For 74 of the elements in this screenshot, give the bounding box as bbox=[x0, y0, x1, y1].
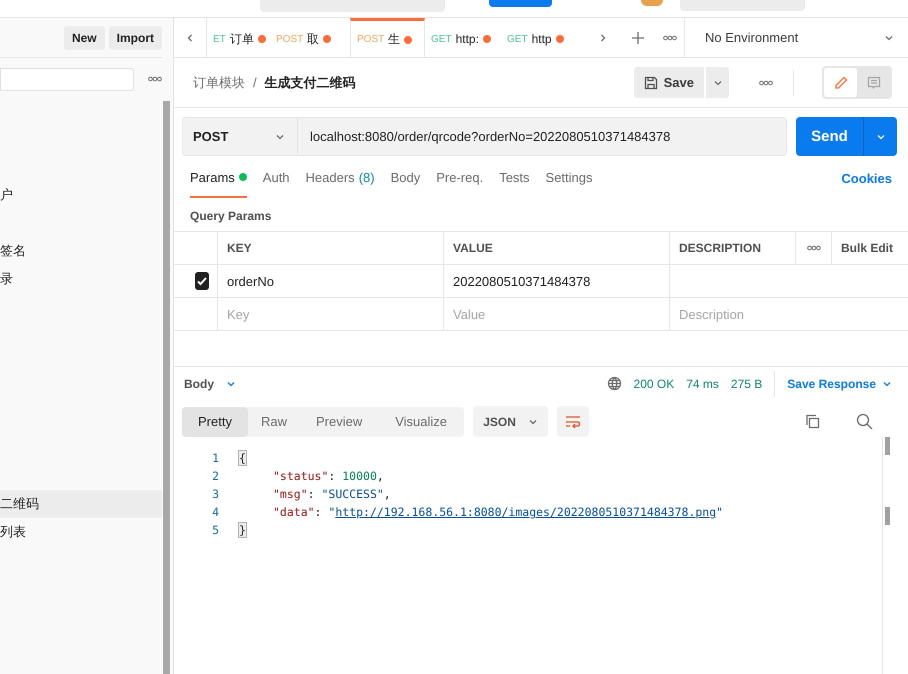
bulk-edit-link[interactable]: Bulk Edit bbox=[832, 232, 908, 265]
checkbox[interactable] bbox=[195, 272, 209, 290]
sidebar-item[interactable]: 签名 bbox=[0, 237, 162, 265]
section-title: Query Params bbox=[189, 208, 272, 225]
more-icon[interactable] bbox=[663, 34, 677, 40]
sidebar-item[interactable]: 列表 bbox=[0, 518, 162, 546]
column-header: KEY bbox=[218, 232, 444, 265]
wrap-button[interactable] bbox=[557, 406, 590, 437]
line-number: 4 bbox=[211, 505, 219, 519]
sidebar-item[interactable]: 二维码 bbox=[0, 490, 162, 518]
column-header: VALUE bbox=[444, 232, 670, 265]
view-tab[interactable]: Pretty bbox=[182, 406, 248, 436]
request-section-tab[interactable]: Headers (8) bbox=[306, 158, 375, 198]
request-section-tab[interactable]: Tests bbox=[499, 158, 530, 198]
search-icon[interactable] bbox=[856, 413, 873, 430]
sidebar-button[interactable]: New bbox=[64, 26, 105, 50]
sidebar-item[interactable]: 录 bbox=[0, 265, 162, 293]
request-tab[interactable]: POST 生 bbox=[350, 18, 425, 57]
unsaved-dot bbox=[258, 35, 266, 43]
code-scrollbar[interactable] bbox=[882, 437, 891, 674]
status-text: 200 OK bbox=[634, 376, 674, 390]
url-input[interactable]: localhost:8080/order/qrcode?orderNo=2022080510371484378 bbox=[298, 129, 670, 144]
more-icon[interactable] bbox=[806, 245, 820, 251]
breadcrumb-link[interactable]: 订单模块 bbox=[193, 74, 245, 92]
view-tab[interactable]: Preview bbox=[300, 406, 378, 436]
request-section-tab[interactable]: Params bbox=[190, 158, 247, 198]
unsaved-dot bbox=[323, 35, 332, 43]
sidebar-button[interactable]: Import bbox=[108, 26, 162, 50]
wrap-lines-icon bbox=[565, 414, 582, 428]
column-header: DESCRIPTION bbox=[670, 232, 796, 265]
plus-icon[interactable] bbox=[631, 30, 645, 44]
size-text: 275 B bbox=[730, 376, 762, 390]
response-section-select[interactable]: Body bbox=[184, 376, 214, 390]
code-line: "msg": "SUCCESS", bbox=[273, 487, 391, 501]
line-number: 3 bbox=[211, 487, 219, 501]
pencil-icon bbox=[834, 76, 848, 90]
avatar-icon bbox=[641, 0, 663, 6]
request-section-tab[interactable]: Pre-req. bbox=[436, 158, 484, 198]
view-tab[interactable]: Raw bbox=[248, 406, 300, 436]
request-section-tab[interactable]: Auth bbox=[262, 158, 290, 198]
method-select[interactable]: POST bbox=[183, 118, 298, 155]
request-title: 生成支付二维码 bbox=[264, 74, 356, 92]
request-section-tab[interactable]: Settings bbox=[546, 158, 593, 198]
save-button[interactable]: Save bbox=[634, 67, 704, 98]
copy-icon[interactable] bbox=[805, 414, 820, 429]
cookies-link[interactable]: Cookies bbox=[841, 158, 892, 198]
request-section-tab[interactable]: Body bbox=[390, 158, 420, 198]
chevron-left-icon bbox=[185, 32, 195, 42]
time-text: 74 ms bbox=[686, 376, 719, 390]
save-options-button[interactable] bbox=[706, 67, 729, 98]
scrollbar[interactable] bbox=[163, 101, 170, 674]
table-cell[interactable]: 2022080510371484378 bbox=[444, 265, 670, 298]
line-number: 5 bbox=[211, 523, 219, 537]
code-line: "status": 10000, bbox=[273, 469, 384, 483]
environment-select[interactable]: No Environment bbox=[684, 18, 908, 57]
view-tab[interactable]: Visualize bbox=[378, 406, 464, 436]
status-dot bbox=[238, 173, 247, 181]
unsaved-dot bbox=[482, 35, 491, 43]
pencil-button[interactable] bbox=[824, 68, 857, 97]
more-icon[interactable] bbox=[148, 76, 162, 82]
format-select[interactable]: JSON bbox=[473, 406, 548, 437]
unsaved-dot bbox=[404, 36, 412, 44]
breadcrumb-separator: / bbox=[253, 75, 257, 90]
table-cell[interactable]: orderNo bbox=[218, 265, 444, 298]
sidebar-item[interactable]: 户 bbox=[0, 181, 162, 209]
more-icon[interactable] bbox=[759, 80, 773, 86]
code-line: "data": "http://192.168.56.1:8080/images/2022080510371484378.png" bbox=[273, 505, 724, 519]
sidebar-search-field[interactable] bbox=[0, 68, 134, 90]
line-number: 2 bbox=[211, 469, 219, 483]
comment-icon bbox=[866, 76, 880, 90]
line-number: 1 bbox=[211, 451, 219, 465]
globe-icon bbox=[606, 376, 622, 391]
save-response-button[interactable]: Save Response bbox=[787, 376, 898, 390]
unsaved-dot bbox=[556, 35, 564, 43]
